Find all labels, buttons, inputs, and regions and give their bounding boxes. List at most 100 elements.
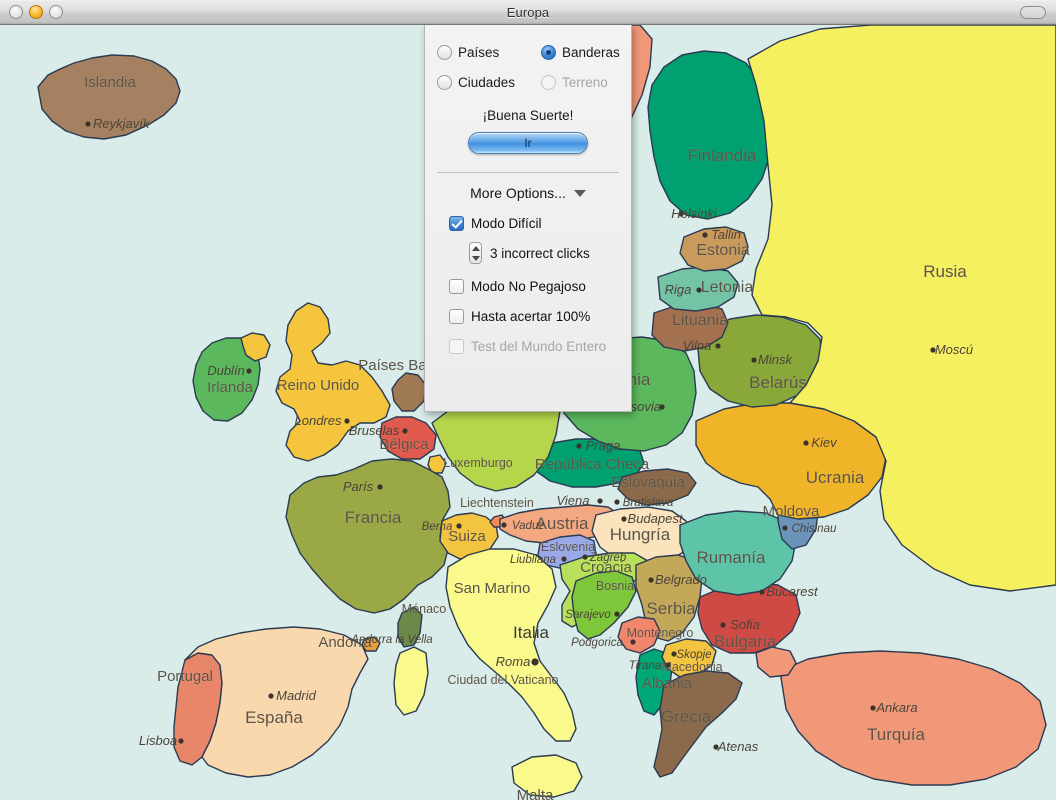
country-label-liechtenstein: Liechtenstein: [460, 496, 534, 510]
checkbox-checked-icon[interactable]: [449, 216, 464, 231]
city-dot: [268, 693, 274, 699]
checkbox-hasta-acertar[interactable]: Hasta acertar 100%: [425, 309, 631, 324]
checkbox-label-modo-dificil: Modo Difícil: [471, 216, 542, 231]
chevron-down-icon[interactable]: [573, 189, 586, 197]
radio-paises[interactable]: Países: [437, 45, 541, 60]
city-label-liubliana: Liubliana: [510, 554, 556, 566]
city-label-sarajevo: Sarajevo: [565, 609, 611, 621]
city-dot: [702, 232, 708, 238]
city-label-vilna: Vilna: [683, 338, 712, 353]
country-shape-turquia-tracia[interactable]: [755, 646, 797, 678]
country-shape-italia[interactable]: [445, 548, 577, 742]
stepper-up-icon[interactable]: [471, 245, 480, 251]
city-label-zagreb: Zagreb: [589, 552, 627, 564]
city-dot: [630, 639, 636, 645]
city-label-andorra-la-vella: Andorra la Vella: [350, 634, 432, 646]
zoom-button-icon[interactable]: [49, 5, 63, 19]
city-label-reykjavik: Reykjavík: [93, 116, 151, 131]
city-dot: [614, 611, 620, 617]
country-label-montenegro: Montenegro: [627, 626, 694, 640]
city-dot: [782, 525, 788, 531]
city-dot: [582, 554, 588, 560]
stepper-down-icon[interactable]: [471, 255, 480, 261]
radio-ciudades[interactable]: Ciudades: [437, 75, 541, 90]
city-label-moscu: Moscú: [935, 342, 973, 357]
country-label-moldova: Moldova: [763, 503, 820, 520]
options-panel: Países Banderas Ciudades Terreno ¡Buena …: [424, 25, 632, 412]
city-label-vaduz: Vaduz: [512, 520, 544, 532]
country-label-portugal: Portugal: [157, 668, 213, 685]
traffic-light-group: [9, 5, 63, 19]
incorrect-clicks-stepper-row[interactable]: 3 incorrect clicks: [425, 242, 631, 264]
country-shape-paises-bajos[interactable]: [391, 372, 427, 412]
city-dot: [246, 368, 252, 374]
checkbox-modo-dificil[interactable]: Modo Difícil: [425, 216, 631, 231]
country-label-bosnia: Bosnia: [596, 579, 634, 593]
window-titlebar: Europa: [0, 0, 1056, 25]
city-label-dublin: Dublín: [207, 363, 245, 378]
checkbox-label-modo-no-pegajoso: Modo No Pegajoso: [471, 279, 586, 294]
city-dot: [759, 589, 765, 595]
city-dot: [597, 498, 603, 504]
more-options-disclosure[interactable]: More Options...: [425, 185, 631, 201]
country-label-suiza: Suiza: [448, 528, 486, 545]
radio-button-icon[interactable]: [437, 75, 452, 90]
city-label-madrid: Madrid: [276, 688, 317, 703]
country-label-san-marino: San Marino: [454, 580, 531, 597]
radio-terreno: Terreno: [541, 75, 645, 90]
city-label-tallin: Tallin: [711, 227, 741, 242]
city-label-helsinki: Helsinki: [671, 206, 718, 221]
city-dot: [377, 484, 383, 490]
radio-banderas[interactable]: Banderas: [541, 45, 645, 60]
country-shape-turquia[interactable]: [779, 650, 1047, 786]
country-label-irlanda: Irlanda: [207, 379, 254, 396]
country-label-italia: Italia: [513, 623, 549, 642]
city-label-podgorica: Podgorica: [571, 637, 623, 649]
country-label-luxemburgo: Luxemburgo: [443, 456, 513, 470]
checkbox-modo-no-pegajoso[interactable]: Modo No Pegajoso: [425, 279, 631, 294]
city-label-kiev: Kiev: [811, 435, 838, 450]
city-label-sofia: Sofia: [730, 617, 760, 632]
country-label-finlandia: Finlandia: [688, 146, 758, 165]
checkbox-test-mundo-entero: Test del Mundo Entero: [425, 339, 631, 354]
country-label-eslovaquia: Eslovaquia: [611, 474, 685, 491]
city-label-berna: Berna: [422, 521, 453, 533]
city-dot: [648, 577, 654, 583]
checkbox-label-test-mundo-entero: Test del Mundo Entero: [471, 339, 607, 354]
country-label-grecia: Grecia: [661, 707, 712, 726]
city-dot: [576, 443, 582, 449]
go-button-wrap: Ir: [425, 132, 631, 154]
city-label-belgrado: Belgrado: [655, 572, 707, 587]
close-button-icon[interactable]: [9, 5, 23, 19]
radio-label-paises: Países: [458, 45, 500, 60]
radio-label-banderas: Banderas: [562, 45, 620, 60]
country-label-eslovenia: Eslovenia: [541, 540, 595, 554]
country-shape-cerdena[interactable]: [393, 646, 429, 716]
checkbox-icon[interactable]: [449, 279, 464, 294]
mode-radio-group: Países Banderas Ciudades Terreno: [425, 25, 631, 90]
country-label-francia: Francia: [345, 508, 402, 527]
country-label-bulgaria: Bulgaria: [714, 632, 777, 651]
radio-button-icon[interactable]: [437, 45, 452, 60]
country-label-letonia: Letonia: [701, 279, 754, 296]
city-label-bratislava: Bratislava: [623, 497, 674, 509]
city-label-paris: París: [343, 479, 374, 494]
more-options-label: More Options...: [470, 185, 566, 201]
city-dot: [85, 121, 91, 127]
city-label-tirana: Tirana: [629, 660, 662, 672]
country-label-rusia: Rusia: [923, 262, 967, 281]
radio-label-terreno: Terreno: [562, 75, 608, 90]
toolbar-toggle-button[interactable]: [1020, 6, 1046, 19]
radio-button-selected-icon[interactable]: [541, 45, 556, 60]
quantity-stepper[interactable]: [469, 242, 482, 264]
city-label-chisinau: Chisinau: [792, 523, 837, 535]
country-label-estonia: Estonia: [696, 242, 749, 259]
city-dot: [870, 705, 876, 711]
country-label-monaco: Mónaco: [402, 602, 447, 616]
country-label-turquia: Turquía: [867, 725, 926, 744]
window-title: Europa: [506, 4, 550, 20]
go-button[interactable]: Ir: [468, 132, 588, 154]
checkbox-label-hasta-acertar: Hasta acertar 100%: [471, 309, 591, 324]
minimize-button-icon[interactable]: [29, 5, 43, 19]
checkbox-icon[interactable]: [449, 309, 464, 324]
